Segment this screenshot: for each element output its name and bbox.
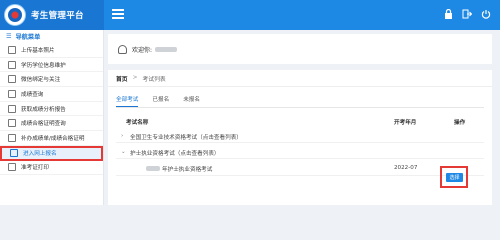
reissue-icon [8,133,16,142]
menu-list-icon: ☰ [6,33,12,40]
sidebar-item-admission-ticket[interactable]: 准考证打印 [0,161,103,176]
table-header: 考试名称 开考年月 操作 [116,116,484,128]
sidebar-item-degree-info[interactable]: 学历学位信息维护 [0,58,103,73]
exam-group-title[interactable]: 护士执业资格考试（点击查看列表） [130,149,220,157]
brand: 考生管理平台 [0,0,104,30]
report-icon [8,104,16,113]
exam-name: 年护士执业资格考试 [162,167,213,173]
breadcrumb: 首页 > 考试列表 [108,70,492,87]
logo [4,4,26,26]
document-icon [8,60,16,69]
sidebar: ☰ 导航菜单 上传基本照片 学历学位信息维护 微信绑定与关注 成绩查询 获取成绩… [0,30,104,205]
table-row: 年护士执业资格考试 2022-07 [116,160,484,176]
photo-icon [8,45,16,54]
exam-panel: 首页 > 考试列表 全部考试 已报名 未报名 考试名称 开考年月 操作 › 全国… [108,70,492,205]
redacted-year [146,166,160,171]
lock-icon[interactable] [442,8,454,20]
main-content: 欢迎你: 首页 > 考试列表 全部考试 已报名 未报名 考试名称 开考年月 操作… [104,30,500,205]
sidebar-item-certificate-query[interactable]: 成绩合格证明查询 [0,116,103,132]
breadcrumb-home[interactable]: 首页 [116,74,128,83]
select-button[interactable]: 选择 [446,173,463,182]
sidebar-item-online-registration[interactable]: 进入网上报名 [0,145,103,161]
tab-registered[interactable]: 已报名 [152,94,169,107]
redacted-username [155,46,178,52]
tab-unregistered[interactable]: 未报名 [183,94,200,107]
select-highlight: 选择 [440,166,468,188]
exam-group-row[interactable]: ⌄ 护士执业资格考试（点击查看列表） [116,146,484,159]
column-exam-date: 开考年月 [394,120,417,126]
exam-date: 2022-07 [394,165,418,171]
tab-all-exams[interactable]: 全部考试 [116,94,139,107]
app-title: 考生管理平台 [31,11,84,21]
breadcrumb-current: 考试列表 [142,76,166,83]
nav-header: ☰ 导航菜单 [0,30,103,43]
certificate-icon [8,119,16,128]
chevron-down-icon: ⌄ [121,149,126,155]
sidebar-item-score-report[interactable]: 获取成绩分析报告 [0,102,103,117]
menu-icon[interactable] [112,9,124,19]
top-bar: 考生管理平台 [0,0,500,30]
chevron-right-icon: › [121,133,124,139]
exam-group-title[interactable]: 全国卫生专业技术资格考试（点击查看列表） [130,133,242,141]
welcome-text: 欢迎你: [132,46,153,54]
search-icon [8,89,16,98]
sidebar-item-upload-photo[interactable]: 上传基本照片 [0,43,103,58]
nav-title: 导航菜单 [15,34,41,41]
exam-group-row[interactable]: › 全国卫生专业技术资格考试（点击查看列表） [116,130,484,143]
print-icon [8,163,16,172]
sidebar-item-reissue[interactable]: 补办成绩单/成绩合格证明 [0,131,103,146]
welcome-bar: 欢迎你: [108,34,492,64]
sidebar-item-wechat-bind[interactable]: 微信绑定与关注 [0,72,103,88]
breadcrumb-separator: > [132,75,138,81]
column-action: 操作 [454,120,466,126]
wechat-icon [8,75,16,84]
sidebar-item-score-query[interactable]: 成绩查询 [0,87,103,102]
column-exam-name: 考试名称 [126,120,149,126]
power-icon[interactable] [480,8,492,20]
logout-icon[interactable] [461,8,473,20]
registration-icon [10,149,18,158]
exam-tabs: 全部考试 已报名 未报名 [116,94,484,108]
user-icon [118,44,127,54]
